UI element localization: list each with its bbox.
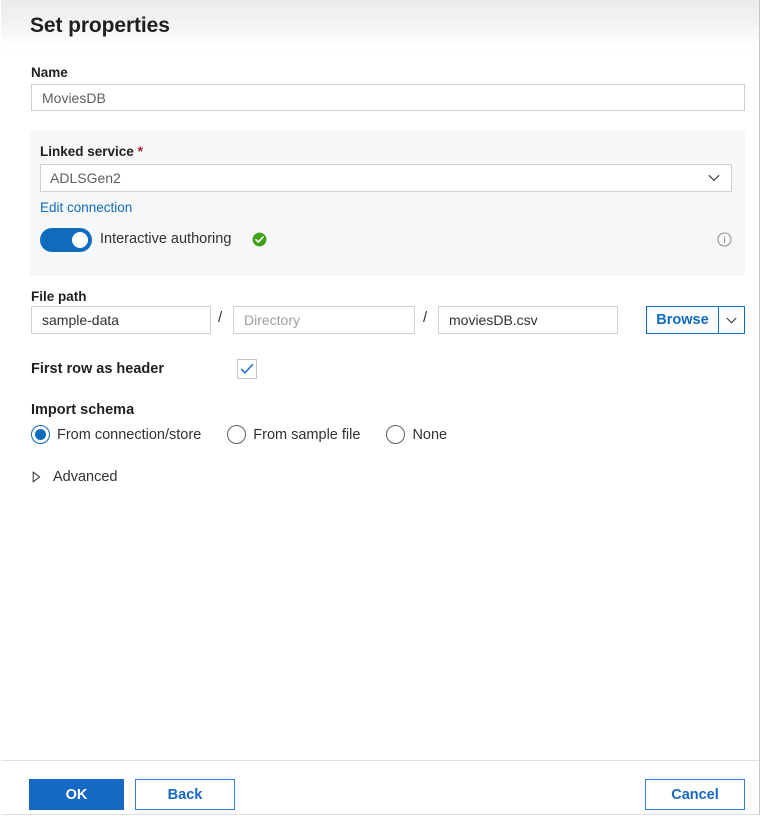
advanced-label: Advanced xyxy=(53,469,118,485)
radio-from-sample-file[interactable]: From sample file xyxy=(227,425,360,444)
linked-service-label-text: Linked service xyxy=(40,144,134,159)
name-field-label: Name xyxy=(31,65,68,80)
name-input[interactable] xyxy=(31,84,745,111)
import-schema-radio-group: From connection/store From sample file N… xyxy=(31,425,473,444)
advanced-expander[interactable]: Advanced xyxy=(31,469,118,485)
path-separator: / xyxy=(218,309,222,326)
chevron-right-icon xyxy=(31,471,42,483)
browse-button-label: Browse xyxy=(647,307,718,333)
file-path-container-input[interactable] xyxy=(31,306,211,334)
set-properties-dialog: Set properties Name Linked service * ADL… xyxy=(1,0,760,815)
radio-indicator xyxy=(386,425,405,444)
checkmark-icon xyxy=(238,360,256,378)
radio-none[interactable]: None xyxy=(386,425,447,444)
chevron-down-icon[interactable] xyxy=(707,171,721,185)
first-row-as-header-label: First row as header xyxy=(31,361,164,377)
radio-indicator xyxy=(31,425,50,444)
first-row-as-header-checkbox[interactable] xyxy=(237,359,257,379)
info-circle-icon[interactable] xyxy=(717,232,732,247)
import-schema-label: Import schema xyxy=(31,402,134,418)
linked-service-dropdown[interactable] xyxy=(40,164,732,192)
linked-service-selected-value: ADLSGen2 xyxy=(50,170,121,186)
browse-dropdown-toggle[interactable] xyxy=(718,307,744,333)
browse-button[interactable]: Browse xyxy=(646,306,745,334)
edit-connection-link[interactable]: Edit connection xyxy=(40,200,132,215)
dialog-title: Set properties xyxy=(30,14,170,38)
radio-label: None xyxy=(412,427,447,443)
ok-button[interactable]: OK xyxy=(29,779,124,810)
chevron-down-icon xyxy=(725,314,738,327)
radio-label: From connection/store xyxy=(57,427,201,443)
back-button[interactable]: Back xyxy=(135,779,235,810)
cancel-button[interactable]: Cancel xyxy=(645,779,745,810)
required-asterisk: * xyxy=(138,143,143,159)
interactive-authoring-label: Interactive authoring xyxy=(100,231,231,247)
file-path-directory-input[interactable] xyxy=(233,306,415,334)
linked-service-label: Linked service * xyxy=(40,143,143,159)
footer-divider xyxy=(1,760,760,761)
radio-indicator xyxy=(227,425,246,444)
toggle-knob xyxy=(72,232,88,248)
file-path-file-input[interactable] xyxy=(438,306,618,334)
radio-from-connection-store[interactable]: From connection/store xyxy=(31,425,201,444)
radio-label: From sample file xyxy=(253,427,360,443)
interactive-authoring-toggle[interactable] xyxy=(40,228,92,252)
check-circle-green-icon xyxy=(252,232,267,247)
path-separator: / xyxy=(423,309,427,326)
file-path-label: File path xyxy=(31,289,87,304)
